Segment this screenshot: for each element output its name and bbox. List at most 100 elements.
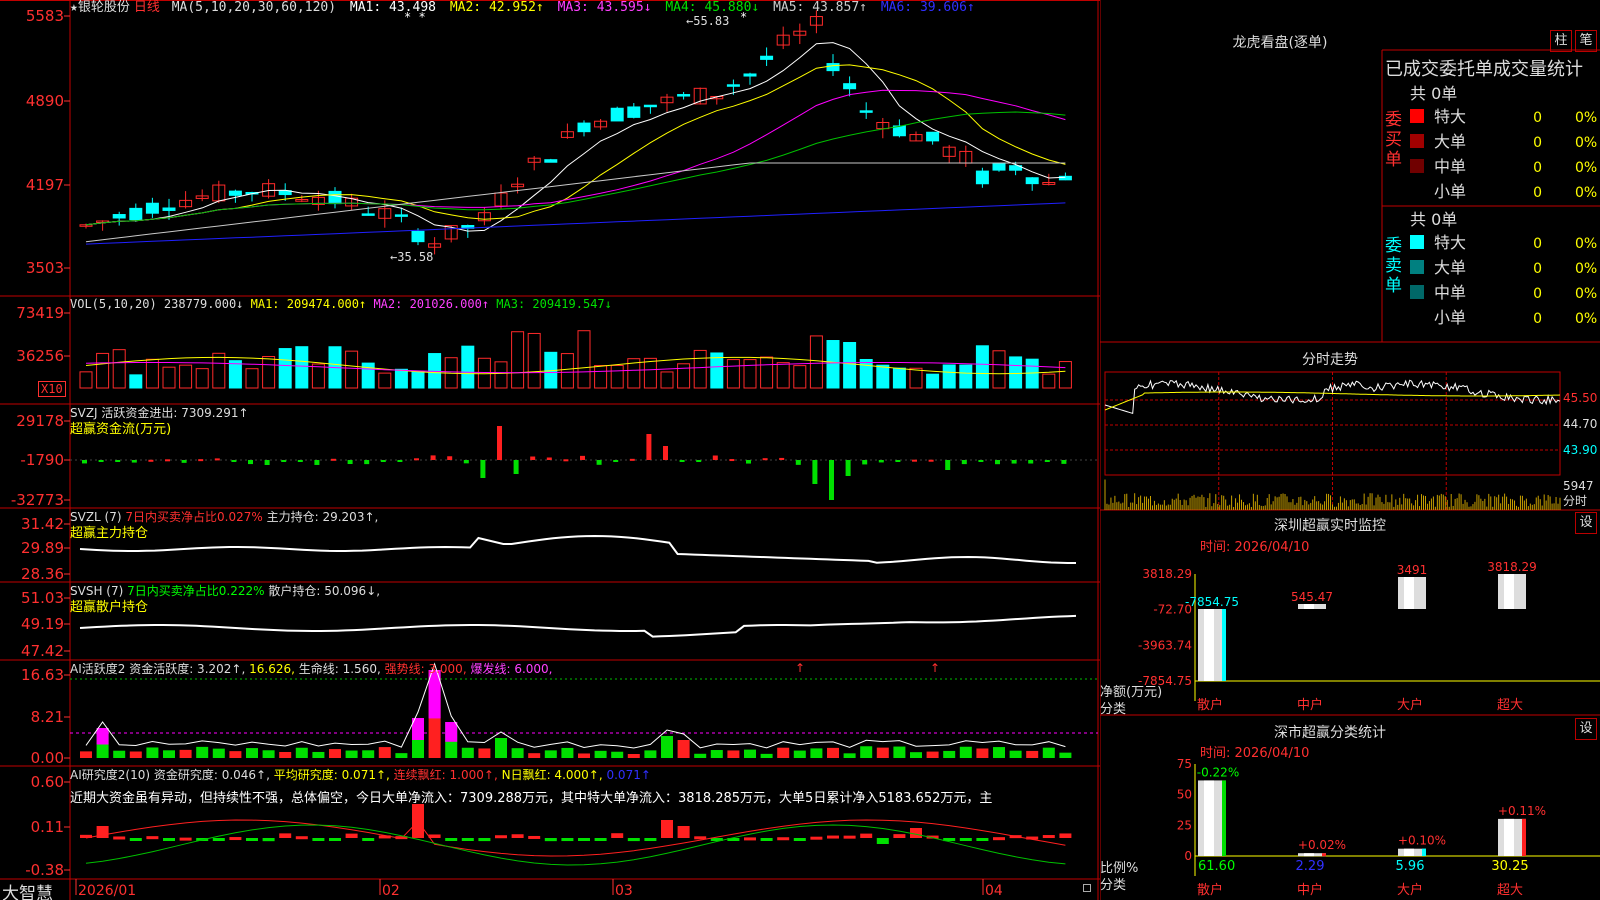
- volume-bar: [295, 346, 309, 389]
- high-star: *: [740, 10, 748, 24]
- fenshi-y-label: 45.50: [1563, 391, 1597, 405]
- svzj-bar: [580, 455, 585, 460]
- ai2-bar: [993, 837, 1005, 841]
- candle: [743, 73, 757, 77]
- vol-legend: VOL(5,10,20) 238779.000↓ MA1: 209474.000…: [70, 297, 612, 311]
- svzj-bar: [613, 460, 619, 462]
- sz-class-pct-label: +0.02%: [1298, 838, 1346, 852]
- ai1-bar: [694, 753, 707, 758]
- sell_rows-pct: 0%: [1575, 311, 1597, 327]
- volume-bar: [693, 349, 707, 389]
- svzj-bar: [895, 460, 901, 462]
- ai2-bar: [279, 833, 292, 838]
- candle: [577, 122, 591, 133]
- ma-stars: * *: [404, 10, 426, 24]
- low-price-mark: ←35.58: [390, 250, 434, 264]
- sz-class-category: 散户: [1197, 882, 1223, 898]
- ai2-bar: [644, 838, 657, 842]
- ai1-burst-bar: [445, 722, 458, 742]
- ai1-bar: [1059, 752, 1072, 758]
- ai1-bar: [395, 753, 408, 758]
- ai2-bar: [146, 836, 159, 840]
- ai1-life: 生命线: 1.560,: [298, 662, 381, 676]
- ai2-bar: [627, 838, 640, 842]
- svsh-line: [79, 614, 1077, 638]
- sz-monitor-value-label: 3491: [1397, 563, 1428, 577]
- volume-bar: [112, 349, 126, 389]
- svzj-bar: [214, 458, 220, 461]
- ai1-strong: 强势线: 3.000,: [384, 662, 467, 676]
- volume-bar: [179, 364, 193, 389]
- candle: [627, 106, 641, 118]
- ai1-bar: [578, 753, 590, 758]
- ai1-bar: [229, 751, 242, 758]
- ai2-bar: [179, 837, 192, 841]
- volume-bar: [975, 345, 989, 389]
- brand-logo[interactable]: 大智慧: [2, 879, 53, 900]
- svzj-bar: [729, 459, 735, 462]
- period-label[interactable]: 日线: [134, 0, 160, 15]
- volume-bar: [843, 342, 857, 389]
- ai1-bar: [80, 751, 92, 758]
- ai1-bar: [495, 738, 507, 758]
- ai1-bar: [727, 750, 740, 758]
- svzj-bar: [447, 456, 453, 460]
- ai1-bar: [876, 747, 889, 758]
- vol-ma1: MA1: 209474.000↑: [250, 297, 367, 311]
- ai2-bar: [428, 834, 441, 838]
- ai1-v2: 16.626,: [249, 662, 295, 676]
- sz-class-bottom-value: 5.96: [1396, 859, 1425, 874]
- sz-class-pct-label: +0.10%: [1398, 834, 1446, 848]
- ai1-bar: [362, 750, 375, 758]
- svzj-bar: [248, 460, 253, 465]
- ai1-bar: [744, 749, 756, 758]
- sz-class-bar: [1498, 818, 1526, 856]
- sz-class-pct-label: +0.11%: [1498, 804, 1546, 818]
- svzj-bar: [131, 460, 137, 463]
- svzj-bar: [497, 426, 502, 460]
- vol-ma3: MA3: 209419.547↓: [496, 297, 612, 311]
- ai2-bar: [611, 833, 624, 838]
- lock-icon[interactable]: [1083, 884, 1091, 892]
- kline-chart-area[interactable]: 5583 4890 4197 3503 73419 36256 29178 -1790 -327…: [0, 0, 1100, 900]
- volume-bar: [461, 345, 475, 389]
- candle: [975, 170, 989, 185]
- buy_rows-swatch: [1410, 109, 1424, 123]
- ai1-legend: AI活跃度2 资金活跃度: 3.202↑, 16.626, 生命线: 1.560…: [70, 660, 553, 677]
- candle: [145, 202, 159, 214]
- ai2-avg: 平均研究度: 0.071↑,: [273, 768, 390, 782]
- volume-bar: [959, 364, 973, 389]
- svzj-bar: [961, 460, 967, 465]
- svzj-bar: [596, 460, 602, 465]
- svzj-bar: [696, 460, 702, 463]
- volume-bar: [129, 374, 143, 389]
- sz-class-y-tick: 0: [1184, 849, 1192, 863]
- sz-monitor-bar-edge: [1222, 609, 1226, 681]
- svzj-bar: [331, 458, 336, 461]
- candle: [544, 159, 558, 163]
- ai2-bar: [793, 838, 806, 841]
- ai1-bar: [345, 750, 358, 758]
- ai1-bar: [594, 750, 607, 758]
- svzj-bar: [978, 460, 984, 462]
- candle: [760, 55, 774, 60]
- ai1-bar: [860, 746, 873, 758]
- star-icon[interactable]: ★: [70, 0, 78, 15]
- ai2-bar: [212, 838, 225, 841]
- ai2-bar: [810, 836, 823, 840]
- ai2-bar: [445, 838, 458, 841]
- sell_rows-count: 0: [1533, 311, 1542, 327]
- buy_rows-swatch: [1410, 134, 1424, 148]
- ma3-value: MA3: 43.595↓: [557, 0, 652, 15]
- sell_rows-pct: 0%: [1575, 236, 1597, 252]
- ai2-bar: [229, 837, 242, 841]
- ai1-arrow: ↑: [930, 661, 940, 675]
- ai1-tick: 16.63: [21, 666, 64, 684]
- ai1-arrow: ↑: [795, 661, 805, 675]
- buy_rows-name: 特大: [1434, 107, 1466, 126]
- svzj-bar: [712, 455, 718, 460]
- volume-bar: [610, 364, 624, 389]
- volume-bar: [726, 359, 740, 389]
- ai1-bar: [1042, 747, 1055, 758]
- sz-monitor-y-tick: -3963.74: [1138, 638, 1192, 652]
